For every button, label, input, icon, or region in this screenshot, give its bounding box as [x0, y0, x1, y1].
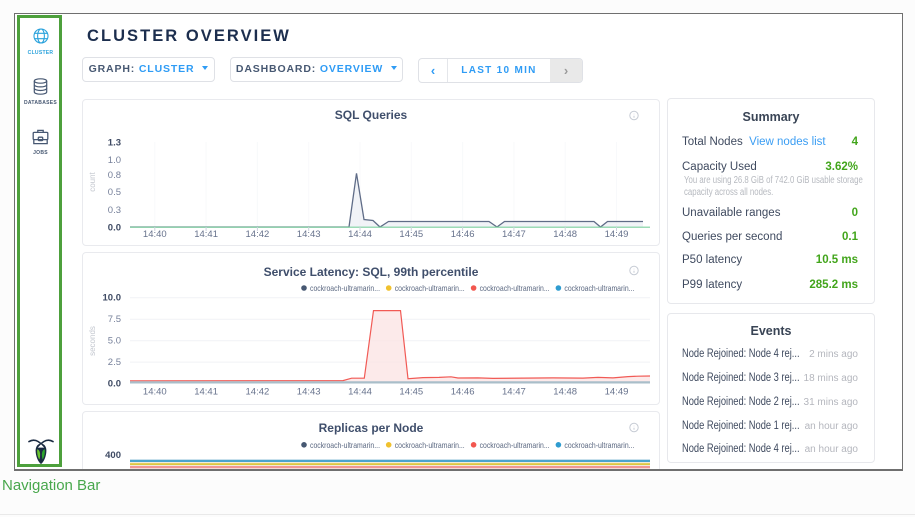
svg-text:cockroach-ultramarin...: cockroach-ultramarin... [395, 440, 465, 450]
svg-text:14:44: 14:44 [348, 229, 372, 240]
svg-text:count: count [88, 171, 97, 191]
svg-text:cockroach-ultramarin...: cockroach-ultramarin... [395, 283, 465, 293]
svg-text:14:41: 14:41 [194, 229, 218, 240]
svg-text:14:48: 14:48 [553, 229, 577, 240]
svg-text:5.0: 5.0 [108, 336, 121, 347]
svg-text:14:49: 14:49 [605, 387, 629, 398]
svg-text:cockroach-ultramarin...: cockroach-ultramarin... [564, 440, 634, 450]
svg-text:14:43: 14:43 [297, 229, 321, 240]
svg-text:1.0: 1.0 [108, 155, 121, 166]
svg-text:cockroach-ultramarin...: cockroach-ultramarin... [564, 283, 634, 293]
svg-text:14:46: 14:46 [451, 387, 475, 398]
svg-text:400: 400 [105, 450, 121, 461]
svg-text:14:43: 14:43 [297, 387, 321, 398]
svg-text:2.5: 2.5 [108, 357, 121, 368]
svg-text:0.0: 0.0 [108, 378, 121, 389]
svg-text:cockroach-ultramarin...: cockroach-ultramarin... [310, 440, 380, 450]
svg-text:14:44: 14:44 [348, 387, 372, 398]
svg-text:0.0: 0.0 [108, 222, 121, 233]
svg-text:cockroach-ultramarin...: cockroach-ultramarin... [480, 283, 550, 293]
svg-text:14:41: 14:41 [194, 387, 218, 398]
svg-text:14:42: 14:42 [246, 229, 270, 240]
svg-text:0.5: 0.5 [108, 187, 121, 198]
svg-text:cockroach-ultramarin...: cockroach-ultramarin... [480, 440, 550, 450]
svg-text:Replicas per Node: Replicas per Node [319, 421, 424, 435]
svg-text:1.3: 1.3 [108, 138, 121, 149]
svg-text:14:40: 14:40 [143, 387, 167, 398]
svg-text:0.8: 0.8 [108, 170, 121, 181]
svg-text:14:45: 14:45 [399, 229, 423, 240]
svg-text:SQL Queries: SQL Queries [335, 108, 408, 122]
svg-text:14:40: 14:40 [143, 229, 167, 240]
svg-text:0.3: 0.3 [108, 205, 121, 216]
svg-text:7.5: 7.5 [108, 314, 121, 325]
svg-text:14:47: 14:47 [502, 387, 526, 398]
svg-text:10.0: 10.0 [103, 293, 122, 304]
svg-text:Service Latency: SQL, 99th per: Service Latency: SQL, 99th percentile [264, 265, 479, 279]
svg-text:seconds: seconds [88, 326, 97, 356]
svg-text:14:45: 14:45 [399, 387, 423, 398]
svg-text:14:47: 14:47 [502, 229, 526, 240]
svg-text:14:42: 14:42 [246, 387, 270, 398]
svg-text:cockroach-ultramarin...: cockroach-ultramarin... [310, 283, 380, 293]
svg-text:14:48: 14:48 [553, 387, 577, 398]
svg-text:14:49: 14:49 [605, 229, 629, 240]
svg-text:14:46: 14:46 [451, 229, 475, 240]
